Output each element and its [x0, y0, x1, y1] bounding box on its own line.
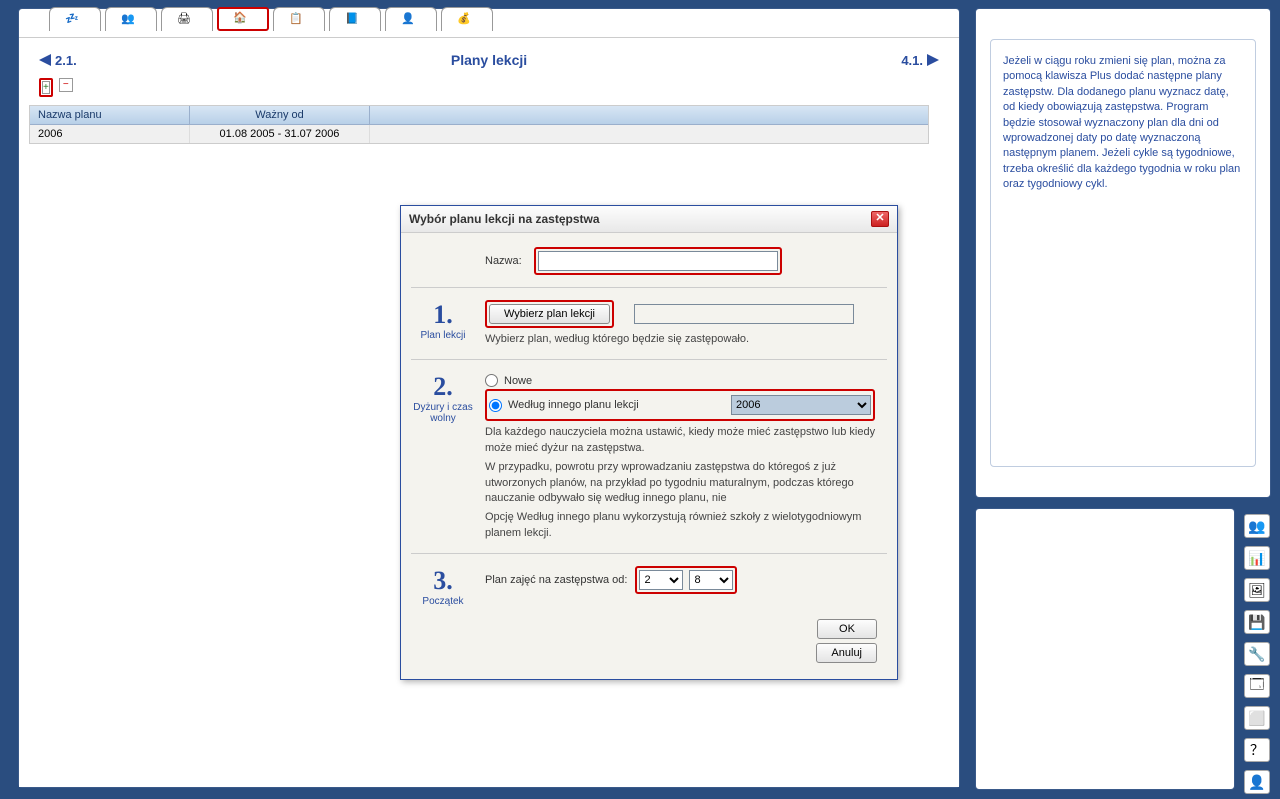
day-select[interactable]: 2 [639, 570, 683, 590]
cancel-button[interactable]: Anuluj [816, 643, 877, 663]
step2-num: 2. [411, 372, 475, 402]
radio-new-label: Nowe [504, 375, 532, 387]
side-window-icon[interactable]: 🗔 [1244, 674, 1270, 698]
step2-desc3: Opcję Według innego planu wykorzystują r… [485, 510, 887, 541]
choose-highlight: Wybierz plan lekcji [485, 300, 614, 328]
step1-row: 1. Plan lekcji Wybierz plan lekcji Wybie… [411, 294, 887, 353]
arrow-right-icon [927, 54, 939, 66]
tab-1[interactable]: 💤 [49, 7, 101, 31]
step2-row: 2. Dyżury i czas wolny Nowe Według inneg… [411, 366, 887, 547]
radio-new[interactable] [485, 374, 498, 387]
tab-3[interactable]: 🖨 [161, 7, 213, 31]
side-toolbar: 👥 📊 🖼 💾 🔧 🗔 ⬜ ？ 👤 [1240, 514, 1274, 794]
person-icon: 👤 [401, 12, 421, 28]
date-highlight: 2 8 [635, 566, 737, 594]
radio-new-row[interactable]: Nowe [485, 372, 887, 389]
nav-prev-label: 2.1. [55, 53, 77, 68]
desk-icon: 📋 [289, 12, 309, 28]
tab-2[interactable]: 👥 [105, 7, 157, 31]
side-save-icon[interactable]: 💾 [1244, 610, 1270, 634]
step1-desc: Wybierz plan, według którego będzie się … [485, 332, 887, 347]
tab-5[interactable]: 📋 [273, 7, 325, 31]
tab-strip: 💤 👥 🖨 🏠 📋 📘 👤 💰 [49, 7, 493, 31]
table-header: Nazwa planu Ważny od [30, 106, 928, 125]
plans-table: Nazwa planu Ważny od 2006 01.08 2005 - 3… [29, 105, 929, 144]
notify-house-icon: 🏠 [233, 11, 253, 27]
remove-button[interactable]: − [59, 78, 73, 92]
tab-8[interactable]: 💰 [441, 7, 493, 31]
help-panel-inner: Jeżeli w ciągu roku zmieni się plan, moż… [990, 39, 1256, 467]
step3-row: 3. Początek Plan zajęć na zastępstwa od:… [411, 560, 887, 613]
side-help-icon[interactable]: ？ [1244, 738, 1270, 762]
tab-4-active[interactable]: 🏠 [217, 7, 269, 31]
dialog: Wybór planu lekcji na zastępstwa ✕ Nazwa… [400, 205, 898, 680]
side-image-icon[interactable]: 🖼 [1244, 578, 1270, 602]
book-icon: 📘 [345, 12, 365, 28]
help-panel: Jeżeli w ciągu roku zmieni się plan, moż… [975, 8, 1271, 498]
radio-plan-highlight: Według innego planu lekcji 2006 [485, 389, 875, 421]
dialog-body: Nazwa: 1. Plan lekcji Wybierz plan lekcj… [401, 233, 897, 679]
step2-label: Dyżury i czas wolny [411, 402, 475, 424]
step2-desc1: Dla każdego nauczyciela można ustawić, k… [485, 425, 887, 456]
th-valid: Ważny od [190, 106, 370, 124]
dialog-footer: OK [411, 613, 887, 643]
coins-icon: 💰 [457, 12, 477, 28]
printer-icon: 🖨 [177, 12, 197, 28]
step2-desc2: W przypadku, powrotu przy wprowadzaniu z… [485, 460, 887, 506]
small-button-row: + − [29, 76, 949, 99]
side-people-icon[interactable]: 👥 [1244, 514, 1270, 538]
side-chart-icon[interactable]: 📊 [1244, 546, 1270, 570]
arrow-left-icon [39, 54, 51, 66]
td-name: 2006 [30, 125, 190, 143]
dialog-title-text: Wybór planu lekcji na zastępstwa [409, 212, 600, 226]
close-icon[interactable]: ✕ [871, 211, 889, 227]
radio-plan-label: Według innego planu lekcji [508, 399, 725, 411]
dialog-titlebar[interactable]: Wybór planu lekcji na zastępstwa ✕ [401, 206, 897, 233]
td-valid: 01.08 2005 - 31.07 2006 [190, 125, 370, 143]
radio-other-plan[interactable] [489, 399, 502, 412]
ok-button[interactable]: OK [817, 619, 877, 639]
side-exit-icon[interactable]: 👤 [1244, 770, 1270, 794]
name-label: Nazwa: [485, 255, 522, 267]
add-button[interactable]: + [42, 81, 50, 94]
page-title: Plany lekcji [451, 52, 527, 68]
plan-select[interactable]: 2006 [731, 395, 871, 415]
nav-next-label: 4.1. [901, 53, 923, 68]
tab-6[interactable]: 📘 [329, 7, 381, 31]
table-row[interactable]: 2006 01.08 2005 - 31.07 2006 [30, 125, 928, 143]
nav-prev[interactable]: 2.1. [39, 53, 77, 68]
radio-plan-row[interactable]: Według innego planu lekcji 2006 [489, 393, 871, 417]
step1-num: 1. [411, 300, 475, 330]
side-tools-icon[interactable]: 🔧 [1244, 642, 1270, 666]
nav-next[interactable]: 4.1. [901, 53, 939, 68]
sleep-icon: 💤 [65, 12, 85, 28]
dialog-footer2: Anuluj [411, 643, 887, 667]
name-highlight [534, 247, 782, 275]
th-name: Nazwa planu [30, 106, 190, 124]
add-highlight: + [39, 78, 53, 97]
tab-7[interactable]: 👤 [385, 7, 437, 31]
preview-panel [975, 508, 1235, 790]
people-icon: 👥 [121, 12, 141, 28]
nav-row: 2.1. Plany lekcji 4.1. [29, 48, 949, 72]
step3-prompt: Plan zajęć na zastępstwa od: [485, 574, 627, 586]
name-row: Nazwa: [411, 241, 887, 281]
chosen-plan-display [634, 304, 854, 324]
month-select[interactable]: 8 [689, 570, 733, 590]
step3-num: 3. [411, 566, 475, 596]
step1-label: Plan lekcji [411, 330, 475, 341]
choose-plan-button[interactable]: Wybierz plan lekcji [489, 304, 610, 324]
step3-label: Początek [411, 596, 475, 607]
name-input[interactable] [538, 251, 778, 271]
side-blank-icon[interactable]: ⬜ [1244, 706, 1270, 730]
help-text: Jeżeli w ciągu roku zmieni się plan, moż… [1003, 54, 1243, 193]
